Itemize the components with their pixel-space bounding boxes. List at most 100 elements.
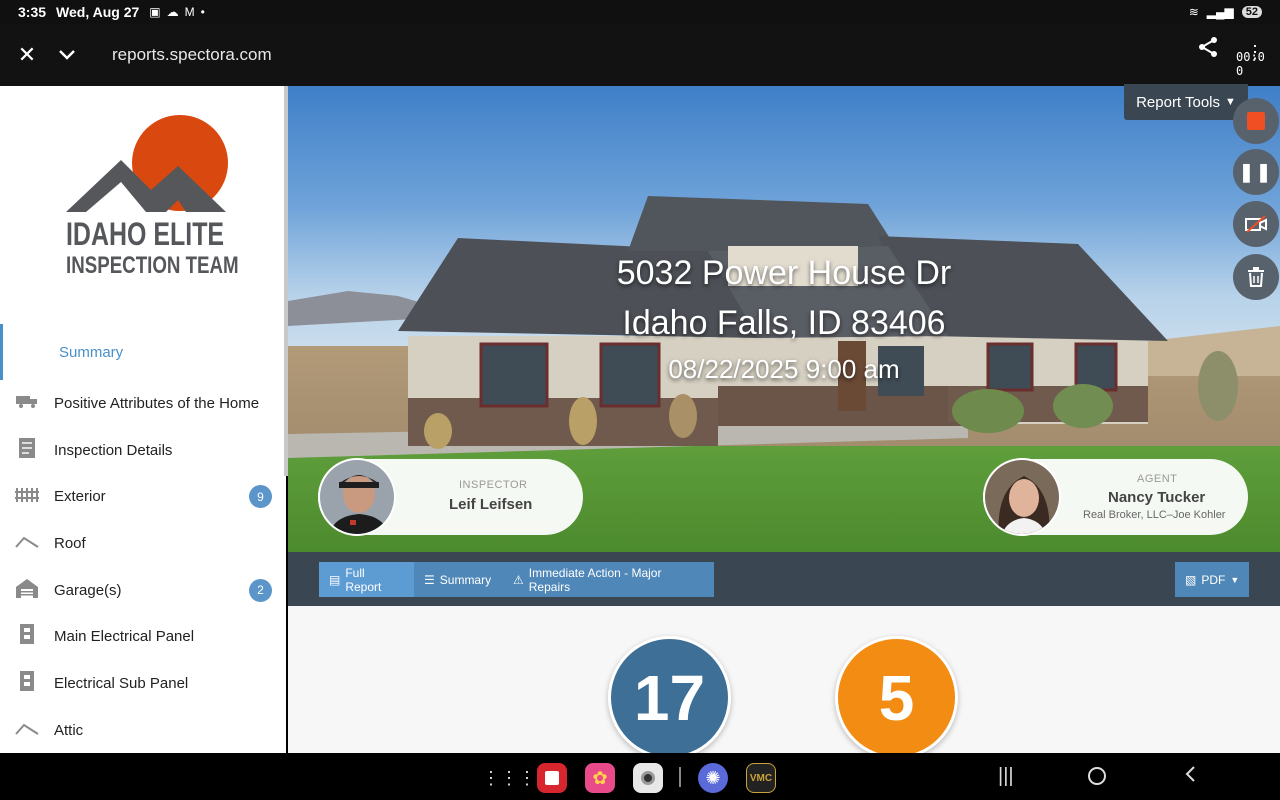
pdf-file-icon: ▧ <box>1185 572 1197 587</box>
logo-line2: INSPECTION TEAM <box>66 252 239 279</box>
signal-icon: ▂▄▆ <box>1206 5 1234 19</box>
sidebar-nav: Summary Positive Attributes of the Home … <box>0 324 286 753</box>
sidebar-item-main-electrical-panel[interactable]: Main Electrical Panel <box>0 613 286 660</box>
camera-off-icon <box>1245 215 1267 233</box>
sidebar-item-attic[interactable]: Attic <box>0 707 286 753</box>
agent-avatar <box>983 458 1061 536</box>
summary-counts: 17 5 <box>288 606 1280 753</box>
cloud-icon: ☁ <box>166 5 179 19</box>
sidebar-item-exterior[interactable]: Exterior 9 <box>0 473 286 520</box>
caret-down-icon: ▼ <box>1225 96 1236 108</box>
sidebar-item-label: Electrical Sub Panel <box>54 674 189 692</box>
pdf-dropdown-button[interactable]: ▧ PDF ▼ <box>1175 562 1249 597</box>
fence-icon <box>14 486 40 507</box>
recents-icon[interactable]: ||| <box>998 765 1014 788</box>
stop-icon <box>1247 112 1265 130</box>
immediate-action-button[interactable]: ⚠ Immediate Action - Major Repairs <box>503 562 714 597</box>
pause-icon: ❚❚ <box>1238 161 1274 182</box>
agent-name: Nancy Tucker <box>1108 489 1206 506</box>
agent-card[interactable]: AGENT Nancy Tucker Real Broker, LLC–Joe … <box>983 458 1248 536</box>
sidebar-item-summary[interactable]: Summary <box>0 324 286 380</box>
back-icon[interactable] <box>1184 765 1196 789</box>
agent-role: AGENT <box>1137 473 1178 485</box>
browser-toolbar: ✕ reports.spectora.com ⋮ 00:0 0 <box>0 24 1280 86</box>
summary-label: Summary <box>439 572 492 587</box>
sidebar-item-inspection-details[interactable]: Inspection Details <box>0 427 286 474</box>
count-circle-orange[interactable]: 5 <box>835 636 958 753</box>
sidebar-item-label: Inspection Details <box>54 441 173 459</box>
immediate-action-label: Immediate Action - Major Repairs <box>528 565 662 594</box>
sidebar-item-label: Main Electrical Panel <box>54 628 195 646</box>
delete-recording-button[interactable] <box>1233 254 1279 300</box>
roof-icon <box>14 533 40 554</box>
mail-icon: M <box>184 5 195 19</box>
app-drawer-icon[interactable]: ⋮⋮⋮ <box>482 763 536 793</box>
close-icon[interactable]: ✕ <box>7 35 47 75</box>
recorder-timer-text: 00:0 0 <box>1236 50 1265 78</box>
app-notification-icon: ▣ <box>149 5 161 19</box>
full-report-button[interactable]: ▤ Full Report <box>319 562 414 597</box>
garage-icon <box>14 578 40 603</box>
truck-icon <box>14 393 40 414</box>
list-icon: ☰ <box>424 572 435 587</box>
inspection-datetime: 08/22/2025 9:00 am <box>668 354 900 384</box>
pause-recording-button[interactable]: ❚❚ <box>1233 149 1279 195</box>
summary-button[interactable]: ☰ Summary <box>414 562 503 597</box>
dock-divider <box>679 767 681 787</box>
home-icon[interactable] <box>1088 765 1106 785</box>
caret-down-icon: ▼ <box>1230 574 1240 585</box>
chevron-down-icon[interactable] <box>47 35 87 75</box>
sidebar-item-label: Garage(s) <box>54 581 122 599</box>
status-time: 3:35 <box>18 4 47 20</box>
vmc-app-icon[interactable]: VMC <box>746 763 776 793</box>
assistant-app-icon[interactable]: ✺ <box>698 763 728 793</box>
sidebar-item-positive-attributes[interactable]: Positive Attributes of the Home <box>0 380 286 427</box>
report-hero: 5032 Power House Dr Idaho Falls, ID 8340… <box>288 86 1280 552</box>
sidebar-item-label: Exterior <box>54 488 106 506</box>
status-bar: 3:35 Wed, Aug 27 ▣ ☁ M • ≋ ▂▄▆ 52 <box>0 0 1280 24</box>
panel-icon <box>14 623 40 650</box>
warning-icon: ⚠ <box>513 572 524 587</box>
camera-off-button[interactable] <box>1233 201 1279 247</box>
pdf-label: PDF <box>1201 572 1226 587</box>
report-tools-label: Report Tools <box>1136 93 1221 111</box>
logo-line1: IDAHO ELITE <box>66 216 225 252</box>
share-icon[interactable] <box>1196 35 1220 64</box>
trash-icon <box>1248 267 1264 287</box>
panel-icon <box>14 670 40 697</box>
report-toolbar: ▤ Full Report ☰ Summary ⚠ Immediate Acti… <box>288 552 1280 606</box>
notification-icons: ▣ ☁ M • <box>149 5 205 19</box>
issue-count-badge: 2 <box>249 578 272 602</box>
sidebar-item-label: Attic <box>54 721 84 739</box>
stop-recording-button[interactable] <box>1233 98 1279 144</box>
inspector-avatar <box>318 458 396 536</box>
count-circle-blue[interactable]: 17 <box>608 636 731 753</box>
issue-count-badge: 9 <box>249 485 272 509</box>
document-icon <box>14 437 40 464</box>
sidebar-item-label: Roof <box>54 534 86 552</box>
gallery-app-icon[interactable]: ✿ <box>585 763 615 793</box>
full-report-label: Full Report <box>345 565 382 594</box>
sidebar-item-electrical-sub-panel[interactable]: Electrical Sub Panel <box>0 660 286 707</box>
url-display[interactable]: reports.spectora.com <box>112 45 272 65</box>
notes-app-icon[interactable] <box>537 763 567 793</box>
status-date: Wed, Aug 27 <box>56 4 140 20</box>
inspector-name: Leif Leifsen <box>449 496 533 513</box>
inspector-role: INSPECTOR <box>459 479 528 491</box>
company-logo: IDAHO ELITE INSPECTION TEAM <box>60 112 240 282</box>
dot-icon: • <box>200 5 205 19</box>
inspector-card[interactable]: INSPECTOR Leif Leifsen <box>318 458 583 536</box>
camera-app-icon[interactable] <box>633 763 663 793</box>
sidebar-item-label: Summary <box>59 343 124 361</box>
logo-mountains <box>66 160 226 212</box>
sidebar: IDAHO ELITE INSPECTION TEAM Summary Posi… <box>0 86 286 753</box>
sidebar-item-label: Positive Attributes of the Home <box>54 394 260 412</box>
sidebar-item-roof[interactable]: Roof <box>0 520 286 567</box>
report-tools-dropdown[interactable]: Report Tools ▼ <box>1124 84 1248 120</box>
address-line1: 5032 Power House Dr <box>616 254 952 292</box>
document-icon: ▤ <box>329 572 341 587</box>
sidebar-item-garage[interactable]: Garage(s) 2 <box>0 567 286 614</box>
agent-company: Real Broker, LLC–Joe Kohler <box>1083 509 1226 521</box>
recorder-timer: 00:0 0 <box>1236 50 1265 78</box>
wifi-icon: ≋ <box>1188 5 1199 19</box>
